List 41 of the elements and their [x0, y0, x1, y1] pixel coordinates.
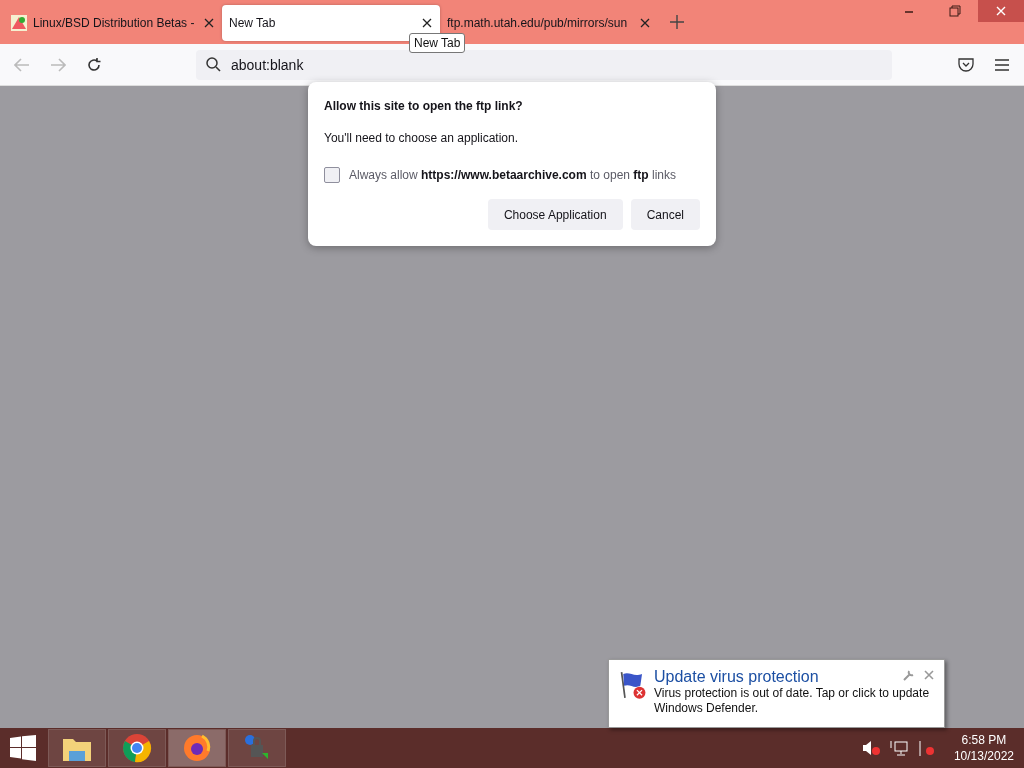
tooltip: New Tab: [409, 33, 466, 53]
tab-title: New Tab: [229, 16, 277, 30]
reload-icon: [86, 56, 102, 73]
restore-icon: [949, 5, 961, 17]
search-icon: [206, 57, 221, 72]
windows-logo-icon: [10, 735, 36, 761]
checkbox[interactable]: [324, 167, 340, 183]
browser-icon: [122, 733, 152, 763]
checkbox-label: Always allow https://www.betaarchive.com to open ftp links: [349, 168, 676, 182]
dialog-title: Allow this site to open the ftp link?: [324, 99, 524, 113]
new-tab-icon[interactable]: [670, 15, 684, 29]
muted-speaker-icon[interactable]: [861, 740, 880, 756]
browser-tab[interactable]: Linux/BSD Distribution Betas -: [4, 5, 222, 41]
firefox-icon: [182, 733, 212, 763]
back-arrow-icon: [14, 57, 30, 72]
taskbar-app[interactable]: [48, 729, 106, 767]
url-text: about:blank: [231, 56, 304, 73]
dialog-button[interactable]: Choose Application: [487, 199, 623, 230]
tab-title: Linux/BSD Distribution Betas -: [33, 16, 196, 30]
tab-title: ftp.math.utah.edu/pub/mirrors/sun: [447, 16, 629, 30]
close-icon[interactable]: [640, 18, 650, 28]
menu-icon: [995, 58, 1009, 71]
dialog-button[interactable]: Cancel: [630, 199, 700, 230]
taskbar-app[interactable]: [108, 729, 166, 767]
clock-date: 10/13/2022: [953, 748, 1014, 764]
close-icon: [996, 6, 1006, 16]
notification-message: Virus protection is out of date. Tap or click to update Windows Defender.: [654, 686, 931, 716]
close-icon[interactable]: [204, 18, 214, 28]
dialog-message: You'll need to choose an application.: [324, 131, 519, 145]
notification-title: Update virus protection: [654, 668, 819, 686]
notification-balloon[interactable]: Update virus protection Virus protection is out of date. Tap or click to update Windows Defender.: [608, 659, 945, 728]
wrench-icon[interactable]: [903, 670, 914, 681]
clock-time: 6:58 PM: [961, 732, 1007, 748]
address-bar[interactable]: about:blank: [196, 49, 892, 80]
network-icon[interactable]: [889, 740, 908, 756]
close-icon[interactable]: [422, 18, 432, 28]
flag-icon[interactable]: [917, 740, 936, 756]
pocket-icon: [958, 57, 974, 72]
forward-arrow-icon: [50, 57, 66, 72]
taskbar-app[interactable]: [168, 729, 226, 767]
close-button[interactable]: [978, 0, 1024, 22]
